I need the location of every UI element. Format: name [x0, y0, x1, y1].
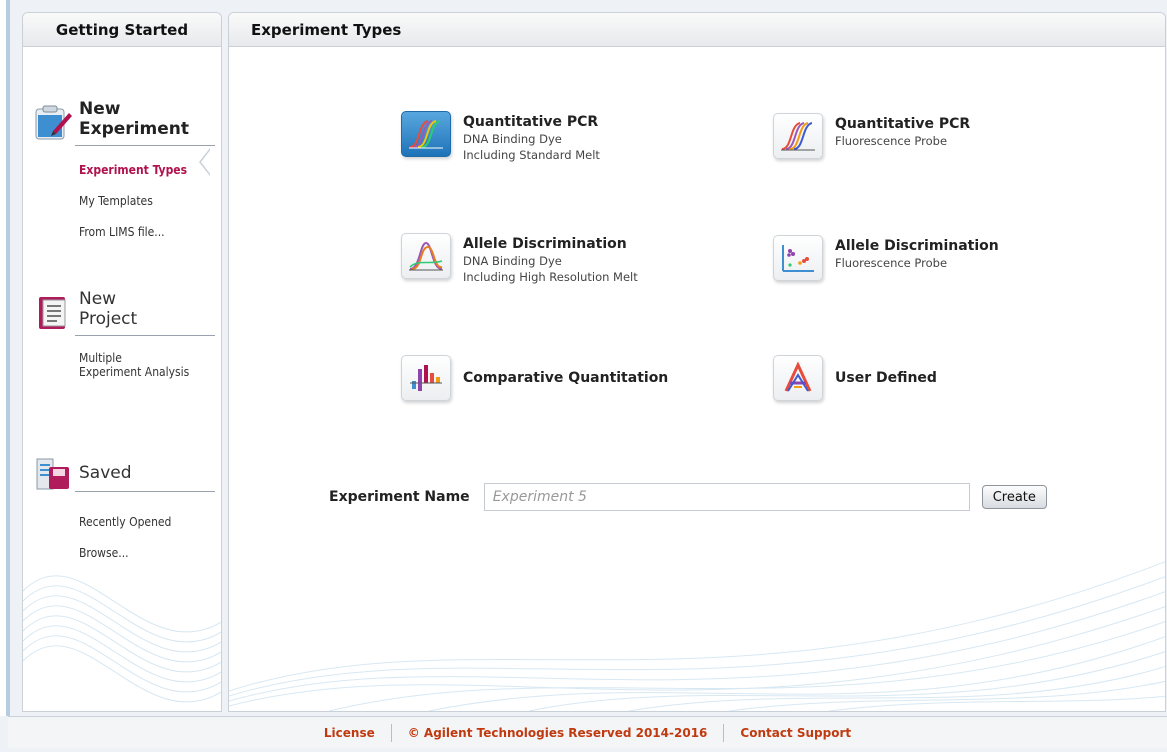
- sidebar-item-browse[interactable]: Browse...: [79, 546, 215, 560]
- sidebar-item-multiple-experiment-analysis[interactable]: Multiple Experiment Analysis: [79, 351, 215, 379]
- section-divider: [75, 491, 215, 492]
- tile-title: User Defined: [835, 370, 937, 386]
- tile-subtitle: Fluorescence Probe: [835, 134, 948, 148]
- tile-subtitle: Including High Resolution Melt: [463, 270, 638, 284]
- license-link[interactable]: License: [324, 726, 375, 740]
- tile-qpcr-fluorescence-probe[interactable]: Quantitative PCR Fluorescence Probe: [773, 113, 970, 159]
- experiment-types-panel: Experiment Types Quantitative PCR DNA Bi…: [228, 12, 1166, 712]
- notebook-icon: [39, 297, 66, 329]
- tile-title: Comparative Quantitation: [463, 370, 669, 386]
- footer-divider: [390, 723, 392, 742]
- footer: License © Agilent Technologies Reserved …: [8, 716, 1167, 748]
- tile-allele-discrimination-fluorescence-probe[interactable]: Allele Discrimination Fluorescence Probe: [773, 235, 999, 281]
- sidebar-item-experiment-types[interactable]: Experiment Types: [79, 163, 215, 177]
- tile-title: Quantitative PCR: [463, 114, 599, 130]
- new-experiment-section: New Experiment Experiment Types My Templ…: [31, 99, 215, 239]
- melt-curve-icon: [401, 233, 451, 279]
- experiment-name-input[interactable]: [483, 483, 970, 511]
- sidebar-item-recently-opened[interactable]: Recently Opened: [79, 515, 215, 529]
- tile-subtitle: Fluorescence Probe: [835, 256, 948, 270]
- copyright-text: © Agilent Technologies Reserved 2014-201…: [407, 725, 708, 740]
- tile-comparative-quantitation[interactable]: Comparative Quantitation: [401, 355, 668, 401]
- new-project-section: New Project Multiple Experiment Analysis: [31, 289, 215, 379]
- saved-title: Saved: [79, 463, 132, 483]
- user-defined-icon: [773, 355, 823, 401]
- tile-subtitle: DNA Binding Dye: [463, 132, 562, 146]
- experiment-types-header: Experiment Types: [229, 13, 1165, 47]
- tile-title: Allele Discrimination: [463, 236, 627, 252]
- tile-user-defined[interactable]: User Defined: [773, 355, 937, 401]
- section-divider: [75, 335, 215, 336]
- tile-allele-discrimination-dna-binding-dye[interactable]: Allele Discrimination DNA Binding Dye In…: [401, 233, 638, 285]
- scatter-plot-icon: [773, 235, 823, 281]
- footer-divider: [723, 723, 725, 742]
- contact-support-link[interactable]: Contact Support: [740, 726, 851, 740]
- amplification-curves-icon: [401, 111, 451, 157]
- tile-subtitle: DNA Binding Dye: [463, 254, 562, 268]
- create-button[interactable]: Create: [981, 485, 1047, 509]
- tile-title: Allele Discrimination: [835, 238, 999, 254]
- new-project-title: New Project: [79, 289, 138, 329]
- amplification-curves-icon: [773, 113, 823, 159]
- saved-section: Saved Recently Opened Browse...: [31, 449, 215, 560]
- sidebar-item-from-lims-file[interactable]: From LIMS file...: [79, 225, 215, 239]
- decorative-waves: [229, 561, 1165, 711]
- tile-title: Quantitative PCR: [835, 116, 971, 132]
- section-divider: [75, 145, 215, 146]
- tile-qpcr-dna-binding-dye[interactable]: Quantitative PCR DNA Binding Dye Includi…: [401, 111, 600, 163]
- saved-docs-icon: [36, 458, 69, 490]
- experiment-name-label: Experiment Name: [329, 489, 470, 505]
- window-left-edge: [0, 0, 10, 716]
- tile-subtitle: Including Standard Melt: [463, 148, 600, 162]
- getting-started-header: Getting Started: [23, 13, 221, 47]
- new-experiment-title: New Experiment: [79, 99, 189, 139]
- sidebar-item-my-templates[interactable]: My Templates: [79, 194, 215, 208]
- experiment-name-row: Experiment Name Create: [329, 483, 1047, 511]
- getting-started-panel: Getting Started New Experiment Experimen…: [22, 12, 222, 712]
- clipboard-pen-icon: [35, 105, 72, 140]
- bar-chart-icon: [401, 355, 451, 401]
